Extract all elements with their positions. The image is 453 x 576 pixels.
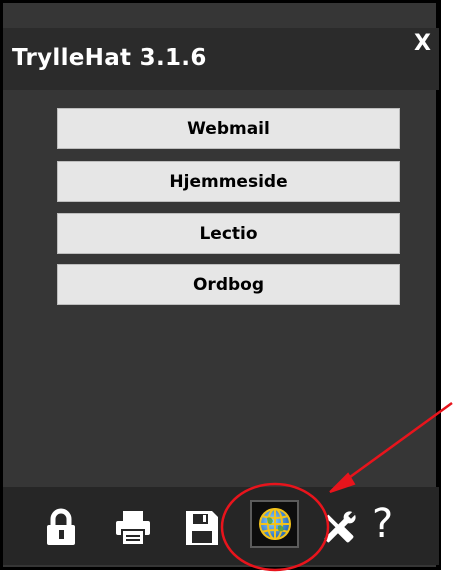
printer-icon[interactable] <box>113 508 153 548</box>
help-icon[interactable]: ? <box>372 500 393 548</box>
app-title: TrylleHat 3.1.6 <box>12 45 207 71</box>
save-icon[interactable] <box>183 508 221 548</box>
tools-icon[interactable] <box>318 507 360 549</box>
globe-button[interactable] <box>250 500 299 548</box>
webmail-button[interactable]: Webmail <box>57 108 400 149</box>
hjemmeside-button[interactable]: Hjemmeside <box>57 161 400 202</box>
globe-icon <box>258 508 291 540</box>
close-button[interactable]: X <box>414 31 431 56</box>
lectio-button[interactable]: Lectio <box>57 213 400 254</box>
lock-icon[interactable] <box>42 507 80 547</box>
ordbog-button[interactable]: Ordbog <box>57 264 400 305</box>
